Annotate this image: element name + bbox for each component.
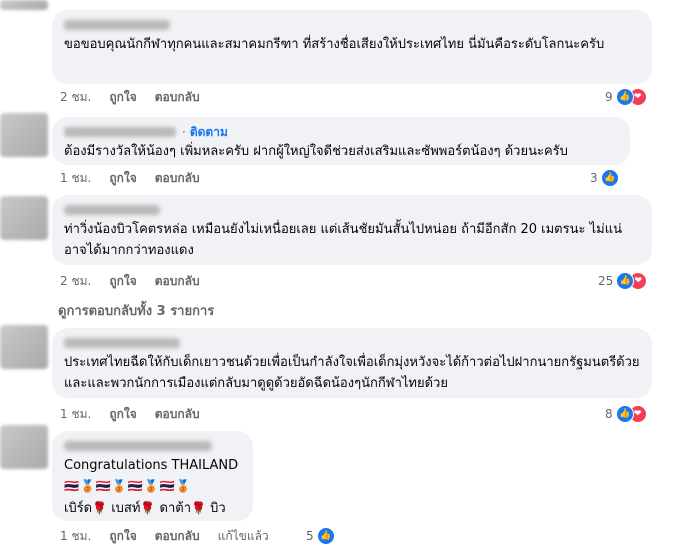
- comment-bubble: ขอขอบคุณนักกีฬาทุกคนและสมาคมกรีฑา ที่สร้…: [52, 10, 652, 84]
- avatar[interactable]: [0, 113, 48, 157]
- comment-bubble: ประเทศไทยฉีดให้กับเด็กเยาวชนด้วยเพื่อเป็…: [52, 328, 652, 398]
- author-row: · ติดตาม: [64, 123, 618, 141]
- avatar[interactable]: [0, 425, 48, 469]
- reaction-count: 8: [605, 407, 613, 421]
- reactions[interactable]: 3 👍: [590, 169, 619, 187]
- athlete-name: บิว: [210, 501, 226, 516]
- reactions[interactable]: 25 👍 ❤: [598, 272, 648, 290]
- reactions[interactable]: 9 👍 ❤: [605, 88, 647, 106]
- avatar[interactable]: [0, 0, 48, 10]
- reaction-count: 9: [605, 90, 613, 104]
- athlete-names: เบิร์ด🌹 เบสท์🌹 ดาต้า🌹 บิว: [64, 497, 241, 520]
- comment-bubble: ท่าวิ่งน้องบิวโคตรหล่อ เหมือนยังไม่เหนื่…: [52, 195, 652, 265]
- reactions[interactable]: 8 👍 ❤: [605, 405, 647, 423]
- thumbs-up-icon: 👍: [615, 88, 634, 106]
- comment-text: ต้องมีรางวัลให้น้องๆ เพิ่มหละครับ ฝากผู้…: [64, 144, 568, 159]
- rose-icon: 🌹: [92, 501, 108, 515]
- flag-medal-emojis: 🇹🇭🥉🇹🇭🥉🇹🇭🥉🇹🇭🥉: [64, 479, 192, 493]
- reaction-count: 3: [590, 171, 598, 185]
- author-name[interactable]: [64, 201, 640, 219]
- thumbs-up-icon: 👍: [600, 169, 619, 187]
- reaction-count: 25: [598, 274, 614, 288]
- like-button[interactable]: ถูกใจ: [109, 527, 136, 546]
- avatar[interactable]: [0, 325, 48, 369]
- reply-button[interactable]: ตอบกลับ: [155, 169, 200, 188]
- like-button[interactable]: ถูกใจ: [109, 272, 136, 291]
- timestamp[interactable]: 1 ชม.: [60, 169, 91, 188]
- athlete-name: เบิร์ด: [64, 501, 93, 516]
- comment-text: ขอขอบคุณนักกีฬาทุกคนและสมาคมกรีฑา ที่สร้…: [64, 37, 605, 52]
- view-replies-link[interactable]: ดูการตอบกลับทั้ง 3 รายการ: [58, 300, 214, 321]
- timestamp[interactable]: 1 ชม.: [60, 527, 91, 546]
- separator-dot: ·: [182, 125, 186, 139]
- timestamp[interactable]: 2 ชม.: [60, 272, 91, 291]
- timestamp[interactable]: 2 ชม.: [60, 88, 91, 107]
- comment-text: Congratulations THAILAND: [64, 458, 239, 473]
- comment-text: ประเทศไทยฉีดให้กับเด็กเยาวชนด้วยเพื่อเป็…: [64, 355, 640, 391]
- like-button[interactable]: ถูกใจ: [109, 169, 136, 188]
- athlete-name: ดาต้า: [159, 501, 191, 516]
- like-button[interactable]: ถูกใจ: [109, 405, 136, 424]
- reply-button[interactable]: ตอบกลับ: [155, 527, 200, 546]
- timestamp[interactable]: 1 ชม.: [60, 405, 91, 424]
- like-button[interactable]: ถูกใจ: [109, 88, 136, 107]
- reply-button[interactable]: ตอบกลับ: [155, 88, 200, 107]
- rose-icon: 🌹: [191, 501, 206, 515]
- comment-actions: 1 ชม. ถูกใจ ตอบกลับ: [60, 405, 218, 423]
- avatar[interactable]: [0, 196, 48, 240]
- reactions[interactable]: 5 👍: [306, 527, 335, 545]
- comment-actions: 2 ชม. ถูกใจ ตอบกลับ: [60, 272, 218, 290]
- author-name[interactable]: [64, 334, 640, 352]
- reaction-count: 5: [306, 529, 314, 543]
- comment-text: ท่าวิ่งน้องบิวโคตรหล่อ เหมือนยังไม่เหนื่…: [64, 222, 622, 258]
- author-name[interactable]: [64, 437, 241, 455]
- comment-actions: 1 ชม. ถูกใจ ตอบกลับ แก้ไขแล้ว: [60, 527, 287, 545]
- athlete-name: เบสท์: [111, 501, 141, 516]
- author-name[interactable]: [64, 16, 640, 34]
- comment-bubble: · ติดตาม ต้องมีรางวัลให้น้องๆ เพิ่มหละคร…: [52, 117, 630, 165]
- comment-bubble: Congratulations THAILAND 🇹🇭🥉🇹🇭🥉🇹🇭🥉🇹🇭🥉 เบ…: [52, 431, 253, 521]
- reply-button[interactable]: ตอบกลับ: [155, 405, 200, 424]
- thumbs-up-icon: 👍: [316, 527, 335, 545]
- edited-label[interactable]: แก้ไขแล้ว: [218, 527, 269, 546]
- follow-link[interactable]: ติดตาม: [190, 123, 228, 142]
- rose-icon: 🌹: [140, 501, 156, 515]
- thumbs-up-icon: 👍: [615, 405, 634, 423]
- comment-actions: 1 ชม. ถูกใจ ตอบกลับ: [60, 169, 218, 187]
- author-name[interactable]: [64, 127, 176, 137]
- reply-button[interactable]: ตอบกลับ: [155, 272, 200, 291]
- comment-actions: 2 ชม. ถูกใจ ตอบกลับ: [60, 88, 218, 106]
